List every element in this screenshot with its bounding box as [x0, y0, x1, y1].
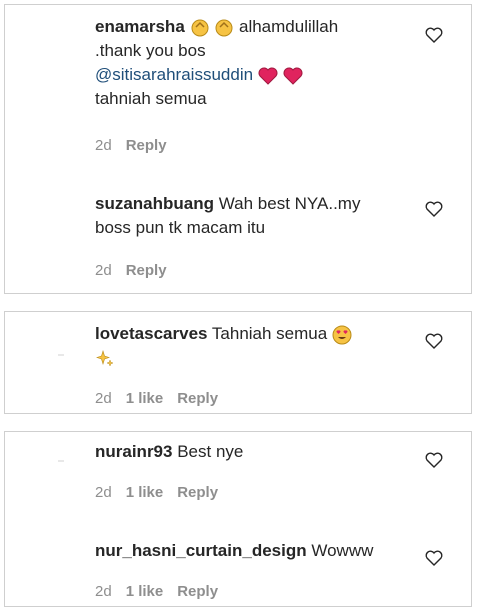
- sparkles-emoji-icon: [96, 349, 114, 367]
- comment-body: Wah best NYA..my: [218, 194, 361, 213]
- comment-text: nurainr93 Best nye: [95, 440, 431, 464]
- comment-suzanahbuang: suzanahbuang Wah best NYA..my boss pun t…: [95, 192, 431, 240]
- comment-lovetascarves: lovetascarves Tahniah semua: [95, 322, 431, 370]
- comment-body: Wowww: [311, 541, 374, 560]
- reply-button[interactable]: Reply: [177, 484, 218, 501]
- username-link[interactable]: enamarsha: [95, 17, 185, 36]
- likes-count[interactable]: 1 like: [126, 583, 164, 600]
- like-heart-icon[interactable]: [425, 201, 443, 217]
- red-heart-emoji-icon: [258, 67, 278, 85]
- comment-body-line: .thank you bos: [95, 41, 206, 60]
- clapping-hands-emoji-icon: [215, 19, 233, 37]
- likes-count[interactable]: 1 like: [126, 484, 164, 501]
- comment-text: lovetascarves Tahniah semua: [95, 322, 431, 370]
- like-heart-icon[interactable]: [425, 27, 443, 43]
- reply-button[interactable]: Reply: [177, 390, 218, 407]
- comment-time: 2d: [95, 583, 112, 600]
- comment-meta: 2d 1 like Reply: [95, 583, 218, 600]
- clapping-hands-emoji-icon: [191, 19, 209, 37]
- avatar-placeholder: [58, 460, 64, 462]
- username-link[interactable]: nurainr93: [95, 442, 172, 461]
- comment-meta: 2d Reply: [95, 262, 167, 279]
- comment-body-line: tahniah semua: [95, 89, 207, 108]
- comment-time: 2d: [95, 262, 112, 279]
- comment-time: 2d: [95, 484, 112, 501]
- like-heart-icon[interactable]: [425, 452, 443, 468]
- comment-meta: 2d Reply: [95, 137, 167, 154]
- comment-text: enamarsha alhamdulillah .thank you bos @…: [95, 15, 431, 111]
- comment-card-3: nurainr93 Best nye 2d 1 like Reply nur_h…: [4, 431, 472, 607]
- like-heart-icon[interactable]: [425, 550, 443, 566]
- like-heart-icon[interactable]: [425, 333, 443, 349]
- comment-text: suzanahbuang Wah best NYA..my boss pun t…: [95, 192, 431, 240]
- reply-button[interactable]: Reply: [177, 583, 218, 600]
- reply-button[interactable]: Reply: [126, 137, 167, 154]
- comment-text: nur_hasni_curtain_design Wowww: [95, 539, 451, 563]
- username-link[interactable]: lovetascarves: [95, 324, 207, 343]
- comment-nurainr93: nurainr93 Best nye: [95, 440, 431, 464]
- mention-link[interactable]: @sitisarahraissuddin: [95, 65, 253, 84]
- avatar-placeholder: [58, 354, 64, 356]
- comment-enamarsha: enamarsha alhamdulillah .thank you bos @…: [95, 15, 431, 111]
- comment-body: alhamdulillah: [238, 17, 339, 36]
- red-heart-emoji-icon: [283, 67, 303, 85]
- likes-count[interactable]: 1 like: [126, 390, 164, 407]
- comment-meta: 2d 1 like Reply: [95, 484, 218, 501]
- reply-button[interactable]: Reply: [126, 262, 167, 279]
- comment-body: Best nye: [177, 442, 244, 461]
- comment-time: 2d: [95, 137, 112, 154]
- comment-time: 2d: [95, 390, 112, 407]
- comment-meta: 2d 1 like Reply: [95, 390, 218, 407]
- comment-card-2: lovetascarves Tahniah semua 2d 1 like Re…: [4, 311, 472, 414]
- username-link[interactable]: nur_hasni_curtain_design: [95, 541, 307, 560]
- comment-card-1: enamarsha alhamdulillah .thank you bos @…: [4, 4, 472, 294]
- comment-body: Tahniah semua: [211, 324, 328, 343]
- comment-nur-hasni-curtain-design: nur_hasni_curtain_design Wowww: [95, 539, 451, 563]
- username-link[interactable]: suzanahbuang: [95, 194, 214, 213]
- heart-eyes-emoji-icon: [332, 325, 352, 345]
- comment-body-line: boss pun tk macam itu: [95, 218, 266, 237]
